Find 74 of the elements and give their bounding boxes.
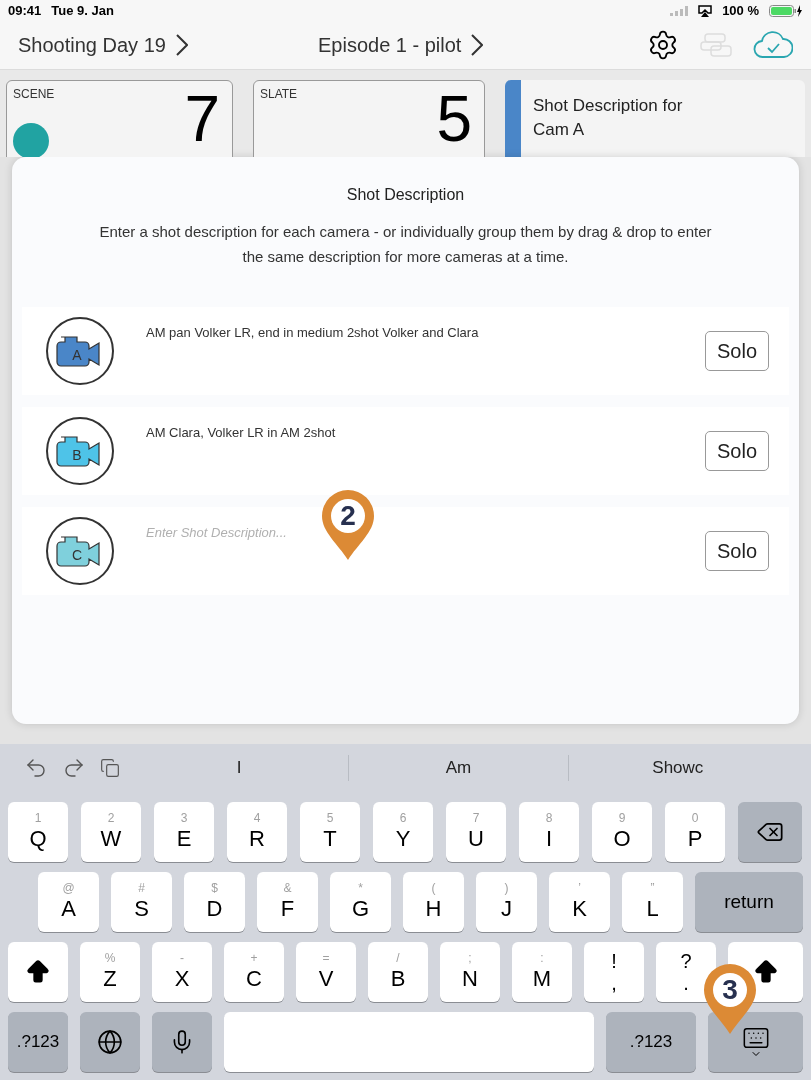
solo-button[interactable]: Solo xyxy=(705,330,769,371)
scene-label: SCENE xyxy=(13,86,56,104)
keyboard-key[interactable]: 7 U xyxy=(446,802,506,862)
slate-number: 5 xyxy=(436,83,472,156)
camera-letter: B xyxy=(71,445,83,465)
shot-description-title: Shot Description for Cam A xyxy=(533,95,684,142)
keyboard-key[interactable]: % Z xyxy=(80,942,140,1002)
keyboard-key[interactable]: 6 Y xyxy=(373,802,433,862)
keyboard-key[interactable]: 2 W xyxy=(81,802,141,862)
status-time: 09:41 xyxy=(8,2,42,20)
solo-button[interactable]: Solo xyxy=(705,530,769,571)
keyboard-key[interactable]: 8 I xyxy=(519,802,579,862)
keyboard-key[interactable]: ) J xyxy=(476,872,537,932)
keyboard-key[interactable]: ’ K xyxy=(549,872,610,932)
shot-description-text[interactable]: AM Clara, Volker LR in AM 2shot xyxy=(146,422,705,443)
popover-instructions: Enter a shot description for each camera - or individually group them by drag & drop to enter the same description for more cameras at a time. xyxy=(98,221,713,267)
scene-number: 7 xyxy=(184,83,220,156)
keyboard-key[interactable]: # S xyxy=(111,872,172,932)
keyboard-key[interactable]: 4 R xyxy=(227,802,287,862)
solo-button[interactable]: Solo xyxy=(705,430,769,471)
suggestion[interactable]: I xyxy=(130,755,349,781)
suggestion[interactable]: Am xyxy=(348,755,568,781)
paste-icon[interactable] xyxy=(100,758,120,778)
keyboard-key[interactable]: : M xyxy=(512,942,572,1002)
keyboard-key[interactable]: + C xyxy=(224,942,284,1002)
camera-letter: A xyxy=(71,345,83,365)
chevron-right-icon xyxy=(471,34,484,57)
keyboard-key[interactable]: * G xyxy=(330,872,391,932)
numbers-key[interactable]: .?123 xyxy=(606,1012,696,1072)
airplay-icon xyxy=(698,4,713,17)
numbered-pin-tooltip: 3 xyxy=(702,962,758,1036)
keyboard-key[interactable]: 9 O xyxy=(592,802,652,862)
battery-charging-icon xyxy=(769,4,803,17)
suggestion[interactable]: Showc xyxy=(567,755,787,781)
numbers-key[interactable]: .?123 xyxy=(8,1012,68,1072)
keyboard-key[interactable]: - X xyxy=(152,942,212,1002)
keyboard-key[interactable]: 1 Q xyxy=(8,802,68,862)
globe-key[interactable] xyxy=(80,1012,140,1072)
slate-card[interactable]: SLATE 5 xyxy=(253,80,485,157)
keyboard-key[interactable]: ( H xyxy=(403,872,464,932)
battery-percentage: 100 % xyxy=(722,2,759,20)
shift-key[interactable] xyxy=(8,942,68,1002)
episode-link[interactable]: Episode 1 - pilot xyxy=(318,30,484,61)
scene-card[interactable]: SCENE 7 xyxy=(6,80,233,157)
keyboard-key[interactable]: ; N xyxy=(440,942,500,1002)
shift-arrow-icon xyxy=(24,958,52,986)
shooting-day-link[interactable]: Shooting Day 19 xyxy=(18,30,318,61)
microphone-key[interactable] xyxy=(152,1012,212,1072)
keyboard-key[interactable]: 0 P xyxy=(665,802,725,862)
popover-title: Shot Description xyxy=(345,184,466,205)
shot-description-card[interactable]: Shot Description for Cam A xyxy=(505,80,805,157)
keyboard-key[interactable]: 3 E xyxy=(154,802,214,862)
keyboard-key[interactable]: & F xyxy=(257,872,318,932)
keyboard-key[interactable]: @ A xyxy=(38,872,99,932)
return-key[interactable]: return xyxy=(695,872,803,932)
dismiss-keyboard-key[interactable] xyxy=(708,1012,803,1072)
numbered-pin-tooltip: 2 xyxy=(320,488,376,562)
status-date: Tue 9. Jan xyxy=(51,2,114,20)
shot-description-text[interactable]: AM pan Volker LR, end in medium 2shot Volker and Clara xyxy=(146,322,705,343)
keyboard-key[interactable]: ! , xyxy=(584,942,644,1002)
settings-icon[interactable] xyxy=(647,29,679,62)
camera-letter: C xyxy=(70,545,84,565)
signal-icon xyxy=(670,5,689,16)
globe-icon xyxy=(97,1029,123,1055)
keyboard-key[interactable]: ? . xyxy=(656,942,716,1002)
cloud-check-icon[interactable] xyxy=(753,31,793,60)
keyboard-key[interactable]: $ D xyxy=(184,872,245,932)
backspace-key[interactable] xyxy=(738,802,802,862)
keyboard-key[interactable]: = V xyxy=(296,942,356,1002)
slate-label: SLATE xyxy=(260,86,299,104)
keyboard-key[interactable]: 5 T xyxy=(300,802,360,862)
chevron-right-icon xyxy=(175,34,188,57)
keyboard-key[interactable]: ” L xyxy=(622,872,683,932)
keyboard-key[interactable]: / B xyxy=(368,942,428,1002)
